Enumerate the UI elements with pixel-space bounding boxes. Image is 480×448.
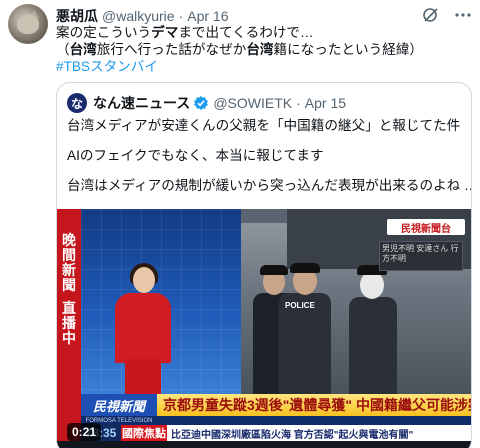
- officer-head-masked: [360, 271, 384, 299]
- side-label-evening-news: 晚間新聞: [62, 232, 76, 293]
- tweet-line-1: 案の定こういうデマまで出てくるわけで…: [56, 24, 470, 41]
- text-span: 案の定こういう: [56, 25, 152, 40]
- news-ticker: 18:35 國際焦點 比亞迪中國深圳廠區陷火海 官方否認"起火與電池有關": [81, 425, 471, 441]
- channel-logo: 民視新聞台: [387, 219, 465, 235]
- video-bottom-strip: [57, 441, 471, 448]
- quote-line-3: 台湾はメディアの規制が緩いから突っ込んだ表現が出来るのよね …: [67, 178, 472, 193]
- video-player[interactable]: POLICE 晚間新聞 直播中 民視新聞台 男児不明 安達さん 行方不明 民視新…: [57, 209, 471, 448]
- more-icon[interactable]: [454, 6, 472, 24]
- video-duration-badge: 0:21: [67, 423, 102, 441]
- video-inset-caption: 男児不明 安達さん 行方不明: [379, 241, 463, 271]
- officer-figure: [349, 297, 397, 394]
- bold-span: 台湾: [69, 42, 97, 57]
- tweet-header: 悪胡瓜 @walkyurie · Apr 16: [56, 6, 440, 26]
- quote-text: 台湾メディアが安達くんの父親を「中国籍の継父」と報じてた件 AIのフェイクでもな…: [67, 117, 472, 207]
- separator-dot: ·: [178, 8, 184, 24]
- anchor-body: [115, 293, 171, 363]
- news-headline-bar: 民視新聞 京都男童失蹤3週後"遺體尋獲" 中國籍繼父可能涉案: [81, 394, 471, 416]
- quote-header: な なん速ニュース @SOWIETK · Apr 15: [67, 93, 346, 113]
- tweet-date[interactable]: Apr 16: [187, 8, 228, 24]
- avatar-cat: [17, 14, 39, 34]
- anchor-head: [133, 267, 155, 293]
- news-brand: 民視新聞: [81, 394, 157, 416]
- quote-line-1: 台湾メディアが安達くんの父親を「中国籍の継父」と報じてた件: [67, 118, 461, 133]
- strip-fill: [157, 416, 471, 425]
- quote-author-name[interactable]: なん速ニュース: [93, 93, 190, 113]
- text-span: （: [56, 42, 70, 57]
- text-span: 籍になったという経緯）: [273, 42, 424, 57]
- text-span: まで出てくるわけで…: [178, 25, 314, 40]
- tweet-line-2: （台湾旅行へ行った話がなぜか台湾籍になったという経緯）: [56, 41, 470, 58]
- video-side-banner: 晚間新聞 直播中: [57, 209, 81, 448]
- author-name[interactable]: 悪胡瓜: [56, 6, 98, 26]
- quote-line-2: AIのフェイクでもなく、本当に報じてます: [67, 148, 324, 163]
- quote-avatar[interactable]: な: [67, 93, 87, 113]
- side-label-live: 直播中: [62, 300, 76, 346]
- tweet-header-actions: [422, 6, 472, 24]
- text-span: 旅行へ行った話がなぜか: [96, 42, 247, 57]
- quoted-tweet[interactable]: な なん速ニュース @SOWIETK · Apr 15 台湾メディアが安達くんの…: [56, 82, 472, 448]
- news-headline: 京都男童失蹤3週後"遺體尋獲" 中國籍繼父可能涉案: [157, 394, 471, 416]
- author-avatar[interactable]: [8, 4, 48, 44]
- anchor-skirt: [125, 359, 161, 394]
- news-ticker-text: 比亞迪中國深圳廠區陷火海 官方否認"起火與電池有關": [167, 425, 471, 441]
- officer-cap: [290, 263, 320, 273]
- hashtag-link[interactable]: #TBSスタンバイ: [56, 58, 470, 75]
- separator-dot: ·: [296, 95, 301, 111]
- officer-cap: [260, 265, 288, 275]
- news-ticker-label: 國際焦點: [121, 425, 167, 441]
- quote-date[interactable]: Apr 15: [305, 95, 346, 111]
- author-handle[interactable]: @walkyurie: [102, 8, 175, 24]
- grok-icon[interactable]: [422, 6, 440, 24]
- bold-span: デマ: [151, 25, 179, 40]
- quote-author-handle[interactable]: @SOWIETK: [213, 95, 292, 111]
- news-brand-strip: FORMOSA TELEVISION: [81, 416, 471, 425]
- verified-badge-icon: [193, 95, 209, 111]
- police-vest-label: POLICE: [285, 301, 315, 310]
- bold-span: 台湾: [246, 42, 274, 57]
- tweet-text: 案の定こういうデマまで出てくるわけで… （台湾旅行へ行った話がなぜか台湾籍になっ…: [56, 24, 470, 75]
